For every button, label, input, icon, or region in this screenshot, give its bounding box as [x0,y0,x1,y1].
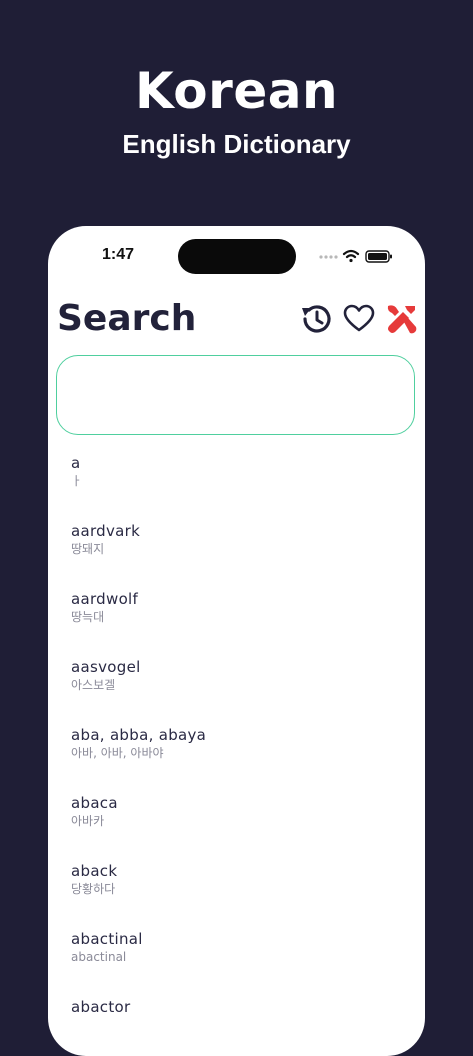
list-item[interactable]: aasvogel 아스보겔 [71,658,401,726]
entry-word: aback [71,862,118,880]
status-time: 1:47 [102,246,135,263]
status-icons [319,249,392,263]
list-item[interactable]: aback 당황하다 [71,862,401,930]
entry-word: aardvark [71,522,141,540]
tools-icon[interactable] [385,302,419,336]
list-item[interactable]: aardvark 땅돼지 [71,522,401,590]
entry-translation: 아스보겔 [71,678,116,692]
hero-subtitle: English Dictionary [122,129,351,159]
hero-title: Korean [134,62,339,120]
entry-translation: 아바, 아바, 아바야 [71,746,164,760]
entry-word: aasvogel [71,658,141,676]
list-item[interactable]: aba, abba, abaya 아바, 아바, 아바야 [71,726,401,794]
entry-word: aardwolf [71,590,139,608]
entry-word: abactor [71,998,131,1016]
wifi-icon [342,249,360,263]
list-item[interactable]: abactor [71,998,401,1056]
entry-translation: 아바카 [71,814,105,828]
search-input[interactable] [56,355,415,435]
entry-translation: 당황하다 [71,882,116,896]
entry-translation: 땅돼지 [71,542,105,556]
page-title: Search [57,298,197,339]
heart-icon[interactable] [342,302,376,336]
list-item[interactable]: abactinal abactinal [71,930,401,998]
phone-screen: 1:47 Search a ㅏ aardvark 땅돼지 aardwolf 땅늑… [48,226,425,1056]
word-list: a ㅏ aardvark 땅돼지 aardwolf 땅늑대 aasvogel 아… [71,454,401,1056]
history-icon[interactable] [299,302,333,336]
list-item[interactable]: abaca 아바카 [71,794,401,862]
entry-translation: ㅏ [71,474,83,488]
entry-translation: 땅늑대 [71,610,105,624]
dynamic-island [178,239,296,274]
entry-word: abaca [71,794,118,812]
entry-word: aba, abba, abaya [71,726,207,744]
list-item[interactable]: aardwolf 땅늑대 [71,590,401,658]
battery-icon [365,250,392,263]
entry-word: abactinal [71,930,143,948]
entry-word: a [71,454,81,472]
list-item[interactable]: a ㅏ [71,454,401,522]
entry-translation: abactinal [71,950,127,964]
signal-icon [319,255,338,259]
